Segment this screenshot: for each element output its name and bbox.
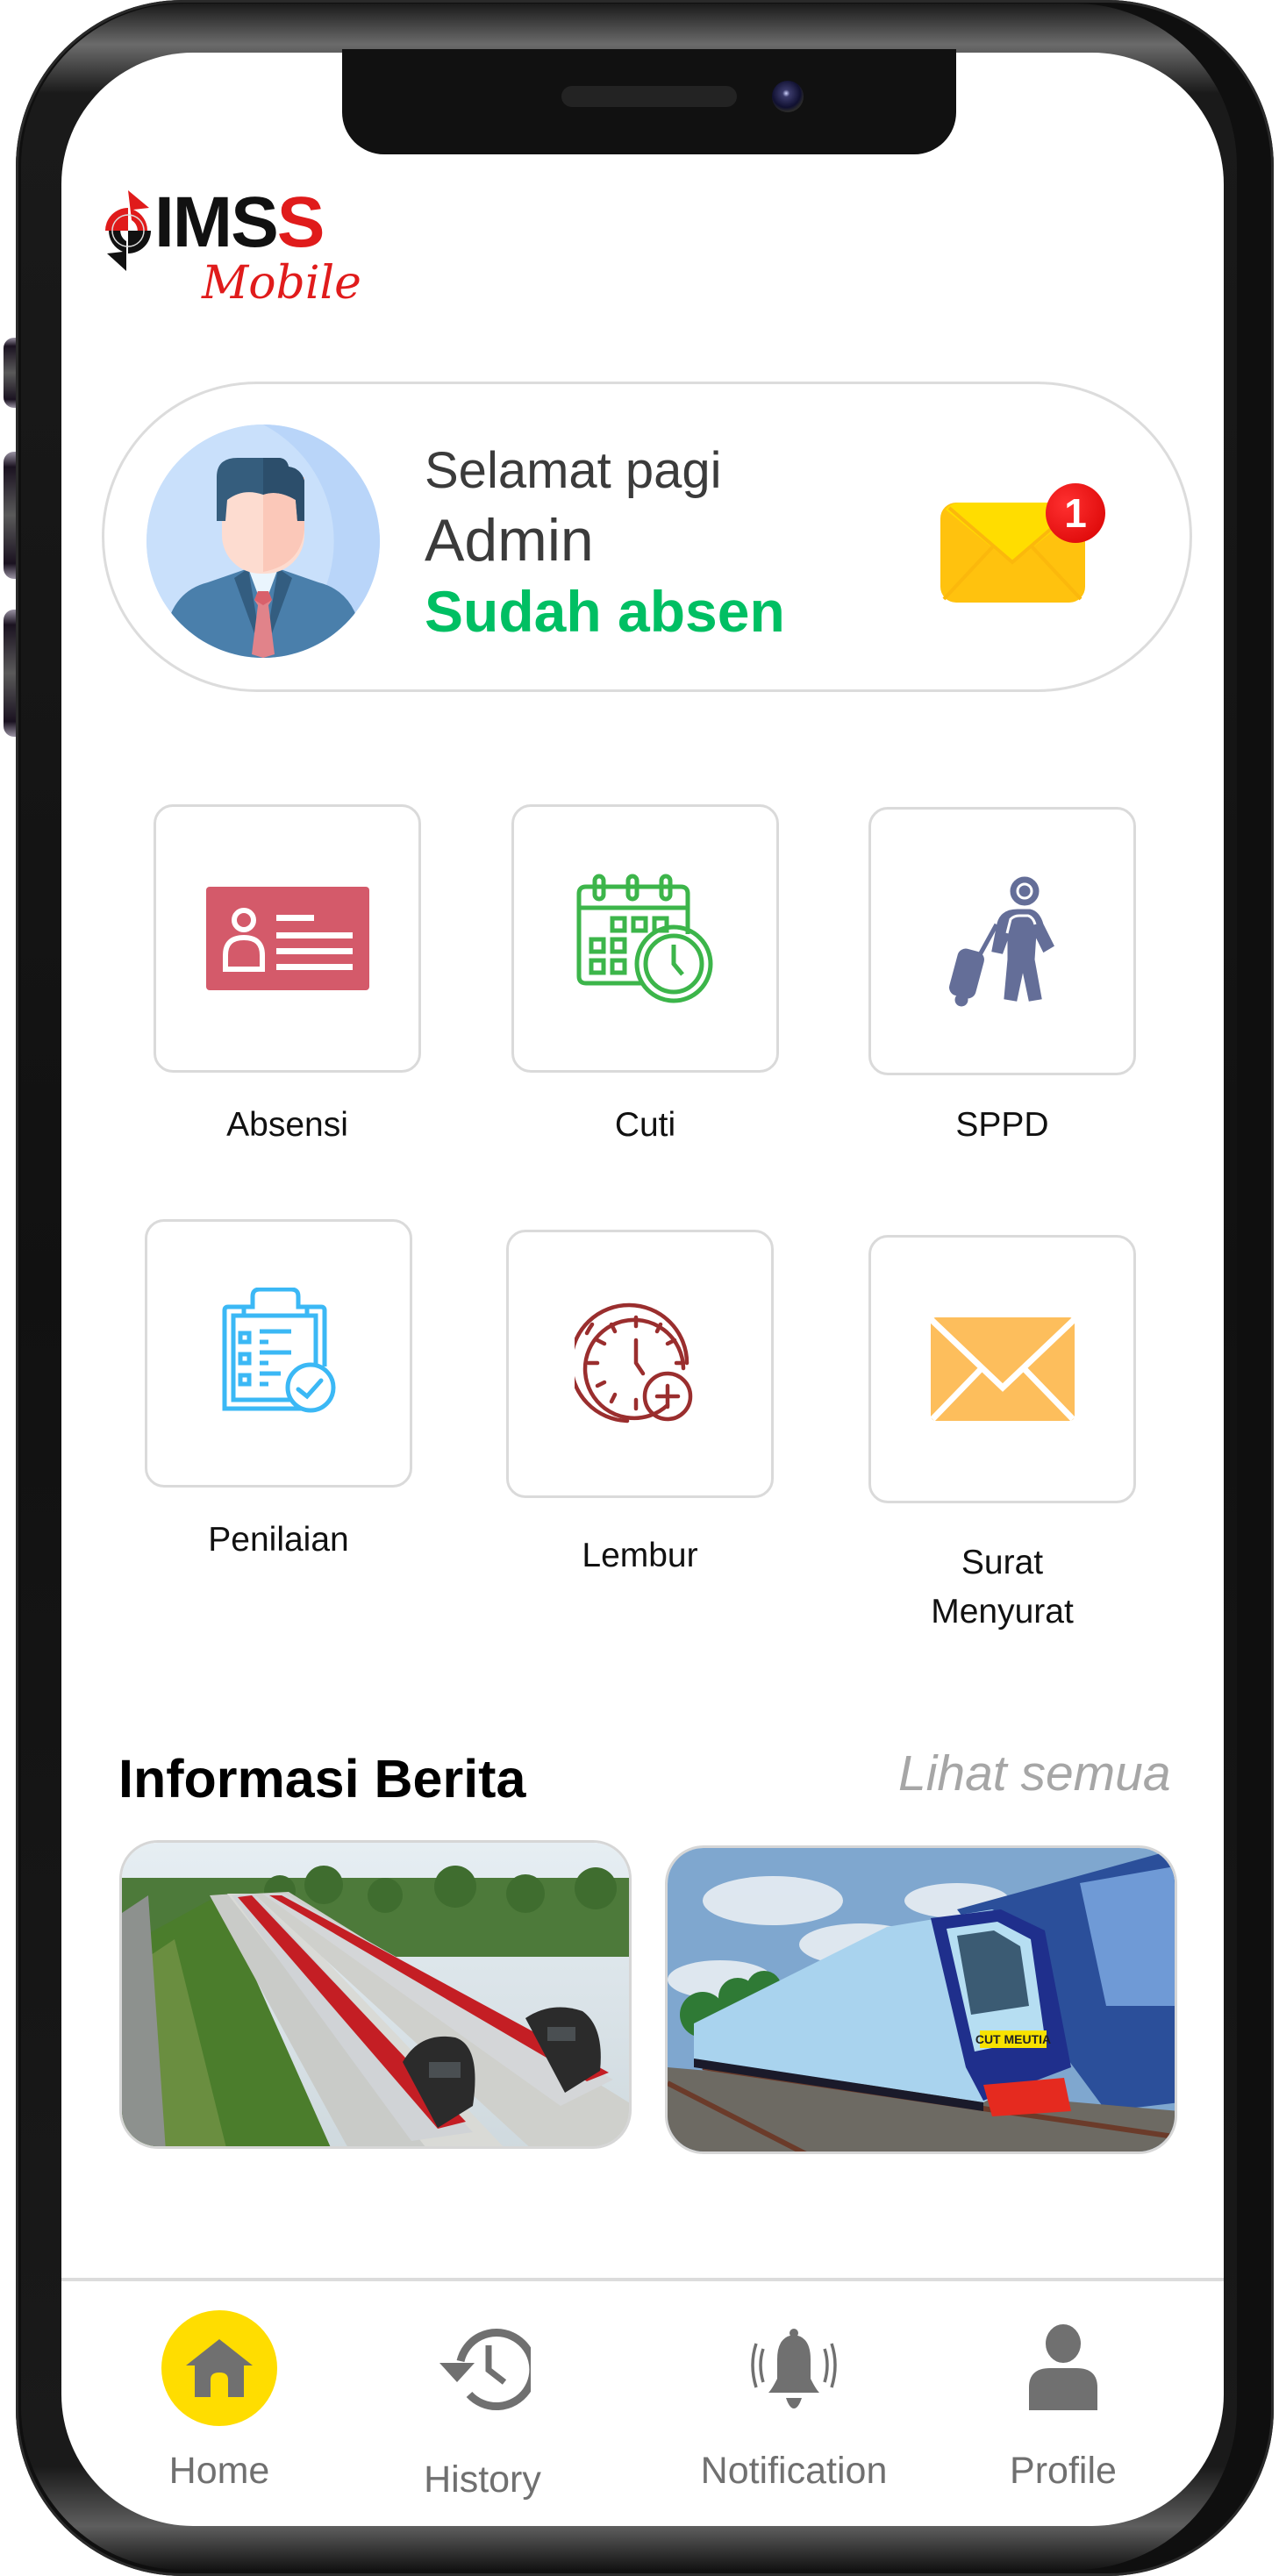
see-all-link[interactable]: Lihat semua — [898, 1749, 1171, 1799]
nav-label: Notification — [700, 2450, 888, 2492]
nav-tab-profile[interactable]: Profile — [958, 2307, 1168, 2500]
menu-label: Absensi — [226, 1106, 348, 1144]
news-section-title: Informasi Berita — [118, 1749, 526, 1809]
menu-item-penilaian[interactable]: Penilaian — [145, 1219, 412, 1559]
nav-label: Profile — [1010, 2450, 1117, 2492]
train-sign-text: CUT MEUTIA — [975, 2032, 1051, 2046]
envelope-icon — [930, 1317, 1075, 1421]
id-card-icon — [205, 887, 369, 990]
bell-ringing-icon — [751, 2329, 837, 2408]
menu-label: SPPD — [955, 1106, 1049, 1144]
logo-subtitle: Mobile — [202, 257, 361, 310]
active-tab-indicator — [161, 2310, 277, 2426]
logo-text-accent: S — [276, 182, 325, 262]
menu-label-line2: Menyurat — [931, 1593, 1074, 1631]
earpiece-speaker — [561, 86, 737, 107]
logo-text-main: IMS — [154, 182, 279, 262]
menu-item-surat-menyurat[interactable]: Surat Menyurat — [868, 1235, 1136, 1631]
calendar-clock-icon — [576, 874, 712, 1003]
history-icon — [439, 2329, 531, 2410]
news-card[interactable]: CUT MEUTIA — [665, 1845, 1177, 2154]
nav-tab-history[interactable]: History — [377, 2307, 588, 2500]
greeting-salutation: Selamat pagi — [425, 442, 722, 499]
bottom-nav-divider — [61, 2278, 1224, 2281]
menu-item-lembur[interactable]: Lembur — [506, 1230, 774, 1574]
menu-tile — [868, 1235, 1136, 1503]
lrt-trains-photo — [122, 1843, 629, 2146]
menu-item-absensi[interactable]: Absensi — [154, 804, 421, 1144]
menu-label-line1: Surat — [961, 1544, 1044, 1581]
front-camera — [772, 81, 804, 112]
nav-tab-home[interactable]: Home — [114, 2307, 325, 2500]
unread-badge: 1 — [1046, 483, 1105, 543]
app-logo: IMSS Mobile — [96, 180, 361, 320]
menu-label: Penilaian — [208, 1521, 349, 1559]
nav-label: History — [424, 2458, 541, 2501]
logo-wordmark: IMSS — [154, 187, 325, 259]
avatar[interactable] — [146, 425, 380, 658]
user-icon — [1029, 2324, 1097, 2410]
nav-icon-container — [158, 2307, 281, 2430]
user-name: Admin — [425, 507, 594, 574]
clipboard-check-icon — [222, 1288, 335, 1413]
nav-tab-notification[interactable]: Notification — [689, 2307, 899, 2500]
menu-tile — [145, 1219, 412, 1488]
menu-label: Cuti — [614, 1106, 676, 1144]
user-avatar-icon — [146, 425, 380, 658]
attendance-status: Sudah absen — [425, 579, 785, 644]
news-card[interactable] — [119, 1840, 632, 2149]
nav-icon-container — [1002, 2307, 1125, 2430]
menu-label: Surat Menyurat — [833, 1538, 1171, 1637]
nav-icon-container — [421, 2307, 544, 2430]
nav-label: Home — [168, 2450, 270, 2492]
menu-tile — [154, 804, 421, 1073]
menu-tile — [506, 1230, 774, 1498]
menu-tile — [868, 807, 1136, 1075]
cut-meutia-train-photo: CUT MEUTIA — [668, 1848, 1175, 2151]
menu-label: Lembur — [582, 1537, 698, 1574]
nav-icon-container — [732, 2307, 855, 2430]
clock-plus-icon — [574, 1302, 692, 1424]
traveler-luggage-icon — [948, 876, 1054, 1007]
home-icon — [186, 2339, 253, 2397]
menu-tile — [511, 804, 779, 1073]
logo-emblem-icon — [105, 190, 151, 271]
menu-item-sppd[interactable]: SPPD — [868, 807, 1136, 1144]
menu-item-cuti[interactable]: Cuti — [511, 804, 779, 1144]
